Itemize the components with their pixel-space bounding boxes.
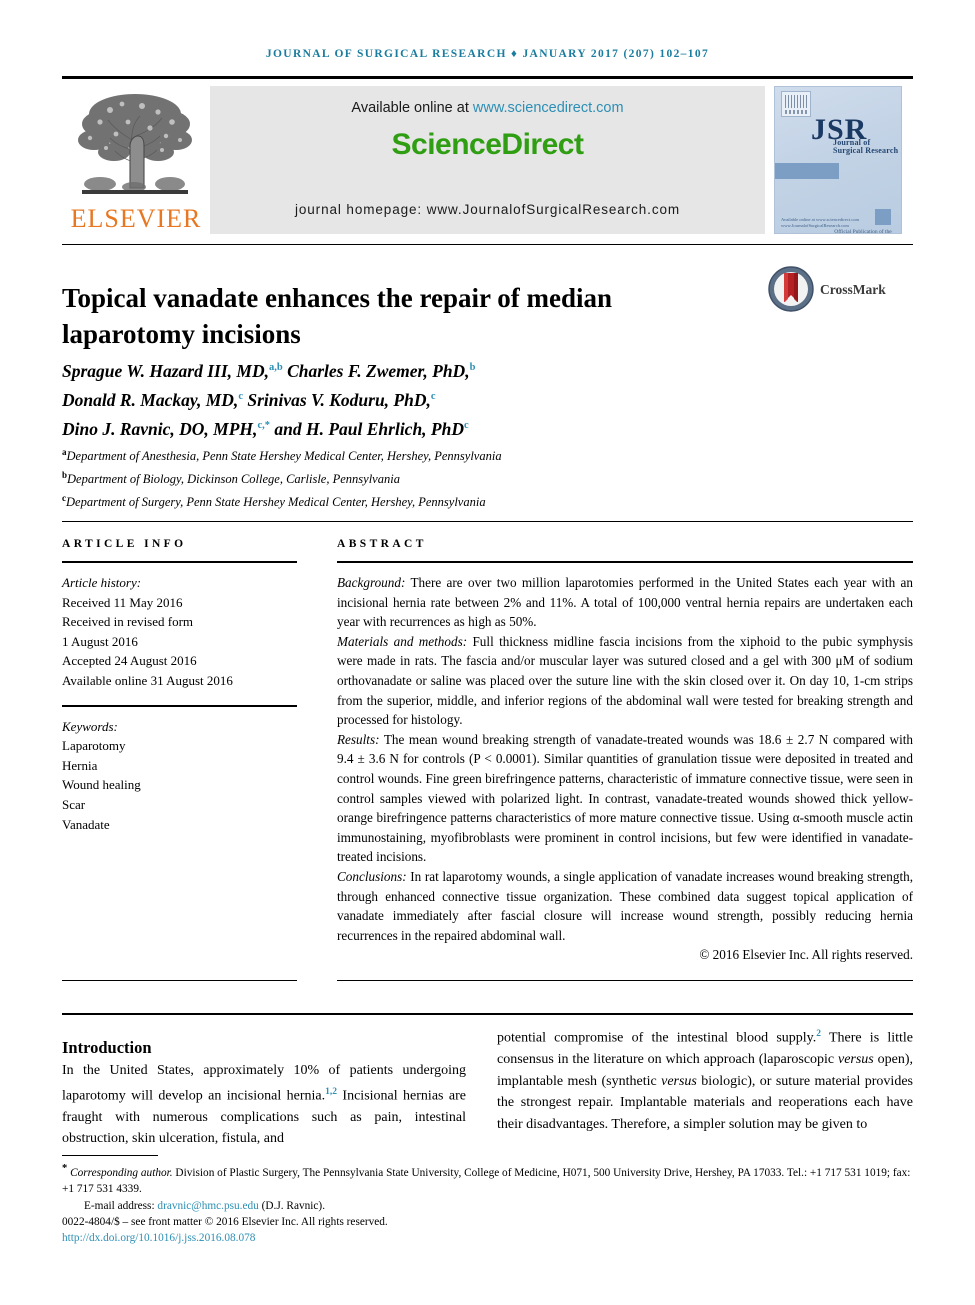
title-block-bottom-rule (62, 521, 913, 522)
issn-line: 0022-4804/$ – see front matter © 2016 El… (62, 1215, 388, 1228)
running-head: JOURNAL OF SURGICAL RESEARCH ♦ JANUARY 2… (265, 48, 710, 60)
affiliation-text: Department of Surgery, Penn State Hershe… (66, 495, 486, 510)
cover-bottom-line2: www.JournalofSurgicalResearch.com (781, 222, 849, 228)
corresponding-author-note: * Corresponding author. Division of Plas… (62, 1161, 913, 1198)
abstract-heading: ABSTRACT (337, 538, 427, 550)
abstract-section-text: The mean wound breaking strength of vana… (337, 731, 913, 865)
header-rule (62, 76, 913, 79)
cover-subtitle-line2: Surgical Research (833, 146, 899, 155)
abstract-section: Conclusions: In rat laparotomy wounds, a… (337, 867, 913, 945)
keywords-block: Keywords: Laparotomy Hernia Wound healin… (62, 717, 297, 835)
author-list: Sprague W. Hazard III, MD,a,b Charles F.… (62, 360, 476, 439)
abstract-bottom-rule (337, 980, 913, 981)
abstract-section: Background: There are over two million l… (337, 573, 913, 632)
email-note: E-mail address: dravnic@hmc.psu.edu (D.J… (62, 1198, 913, 1214)
abstract-section-label: Conclusions: (337, 868, 407, 884)
abstract-section-text: There are over two million laparotomies … (337, 575, 913, 630)
abstract-section: Results: The mean wound breaking strengt… (337, 730, 913, 867)
cover-bar-left (775, 163, 839, 179)
abstract-rule (337, 561, 913, 563)
cover-bottom-line1: Available online at www.sciencedirect.co… (781, 217, 859, 222)
body-top-rule (62, 1013, 913, 1015)
keywords-label: Keywords: (62, 718, 118, 734)
article-history-item: Received 11 May 2016 (62, 594, 183, 610)
abstract-section: Materials and methods: Full thickness mi… (337, 632, 913, 730)
crossmark-label: CrossMark (820, 282, 886, 297)
info-column-bottom-rule (62, 980, 297, 981)
abstract-body: Background: There are over two million l… (337, 573, 913, 965)
article-info-heading: ARTICLE INFO (62, 538, 187, 550)
introduction-heading: Introduction (62, 1037, 152, 1057)
keyword-item: Vanadate (62, 816, 110, 832)
sciencedirect-logo[interactable]: ScienceDirect (210, 128, 765, 162)
article-history-item: 1 August 2016 (62, 633, 138, 649)
corresponding-marker: * (62, 1163, 68, 1174)
masthead-bottom-rule (62, 244, 913, 245)
article-history-label: Article history: (62, 575, 142, 590)
footnote-block: * Corresponding author. Division of Plas… (62, 1161, 913, 1247)
keyword-item: Hernia (62, 757, 98, 773)
affiliation-list: aDepartment of Anesthesia, Penn State He… (62, 443, 702, 512)
journal-cover-thumbnail[interactable]: JSR Journal of Surgical Research Officia… (774, 86, 902, 234)
abstract-column: ABSTRACT Background: There are over two … (337, 538, 913, 965)
sciencedirect-banner: Available online at www.sciencedirect.co… (210, 86, 765, 234)
available-online-line: Available online at www.sciencedirect.co… (210, 100, 765, 116)
cover-society-line: Official Publication of the Association … (823, 229, 901, 234)
crossmark-badge[interactable]: CrossMark (768, 266, 908, 316)
keyword-item: Scar (62, 796, 86, 812)
body-right-column: potential compromise of the intestinal b… (497, 1029, 914, 1132)
body-left-column: In the United States, approximately 10% … (62, 1063, 467, 1147)
available-online-text: Available online at (351, 100, 469, 116)
abstract-section-label: Results: (337, 731, 380, 747)
sciencedirect-url-link[interactable]: www.sciencedirect.com (473, 100, 624, 116)
doi-link[interactable]: http://dx.doi.org/10.1016/j.jss.2016.08.… (62, 1230, 913, 1246)
corresponding-address: Division of Plastic Surgery, The Pennsyl… (62, 1166, 911, 1196)
article-info-column: ARTICLE INFO Article history: Received 1… (62, 538, 297, 834)
elsevier-tree-icon (70, 88, 200, 206)
email-link[interactable]: dravnic@hmc.psu.edu (157, 1200, 258, 1212)
article-history-item: Available online 31 August 2016 (62, 672, 233, 688)
elsevier-logo: ELSEVIER (62, 86, 210, 236)
page-title: Topical vanadate enhances the repair of … (62, 283, 613, 350)
affiliation-item: bDepartment of Biology, Dickinson Colleg… (62, 466, 702, 489)
affiliation-text: Department of Anesthesia, Penn State Her… (66, 449, 502, 464)
crossmark-icon (768, 266, 814, 312)
cover-stamp-icon (781, 91, 811, 117)
footnote-rule (62, 1155, 158, 1156)
elsevier-wordmark: ELSEVIER (70, 204, 202, 233)
cover-society-line1: Official Publication of the (834, 229, 892, 234)
affiliation-text: Department of Biology, Dickinson College… (67, 472, 400, 487)
email-label: E-mail address: (84, 1199, 155, 1212)
journal-homepage-line[interactable]: journal homepage: www.JournalofSurgicalR… (210, 202, 765, 217)
article-history-item: Accepted 24 August 2016 (62, 653, 197, 669)
abstract-copyright: © 2016 Elsevier Inc. All rights reserved… (699, 947, 913, 963)
abstract-section-text: In rat laparotomy wounds, a single appli… (337, 868, 913, 943)
masthead: ELSEVIER Available online at www.science… (62, 86, 913, 236)
keywords-rule (62, 704, 297, 707)
keyword-item: Wound healing (62, 777, 141, 793)
email-owner: (D.J. Ravnic). (261, 1199, 326, 1212)
keyword-item: Laparotomy (62, 738, 126, 754)
cover-bottom-urls: Available online at www.sciencedirect.co… (781, 217, 859, 228)
affiliation-item: aDepartment of Anesthesia, Penn State He… (62, 443, 702, 466)
affiliation-item: cDepartment of Surgery, Penn State Hersh… (62, 489, 702, 512)
article-first-page: JOURNAL OF SURGICAL RESEARCH ♦ JANUARY 2… (0, 0, 975, 1305)
cover-bar-right (875, 209, 891, 225)
abstract-section-label: Background: (337, 575, 406, 590)
abstract-section-label: Materials and methods: (337, 633, 468, 649)
article-history-block: Article history: Received 11 May 2016 Re… (62, 573, 297, 691)
cover-subtitle: Journal of Surgical Research (833, 139, 898, 155)
corresponding-label: Corresponding author. (70, 1166, 173, 1179)
article-info-rule (62, 561, 297, 563)
article-history-item: Received in revised form (62, 614, 194, 630)
